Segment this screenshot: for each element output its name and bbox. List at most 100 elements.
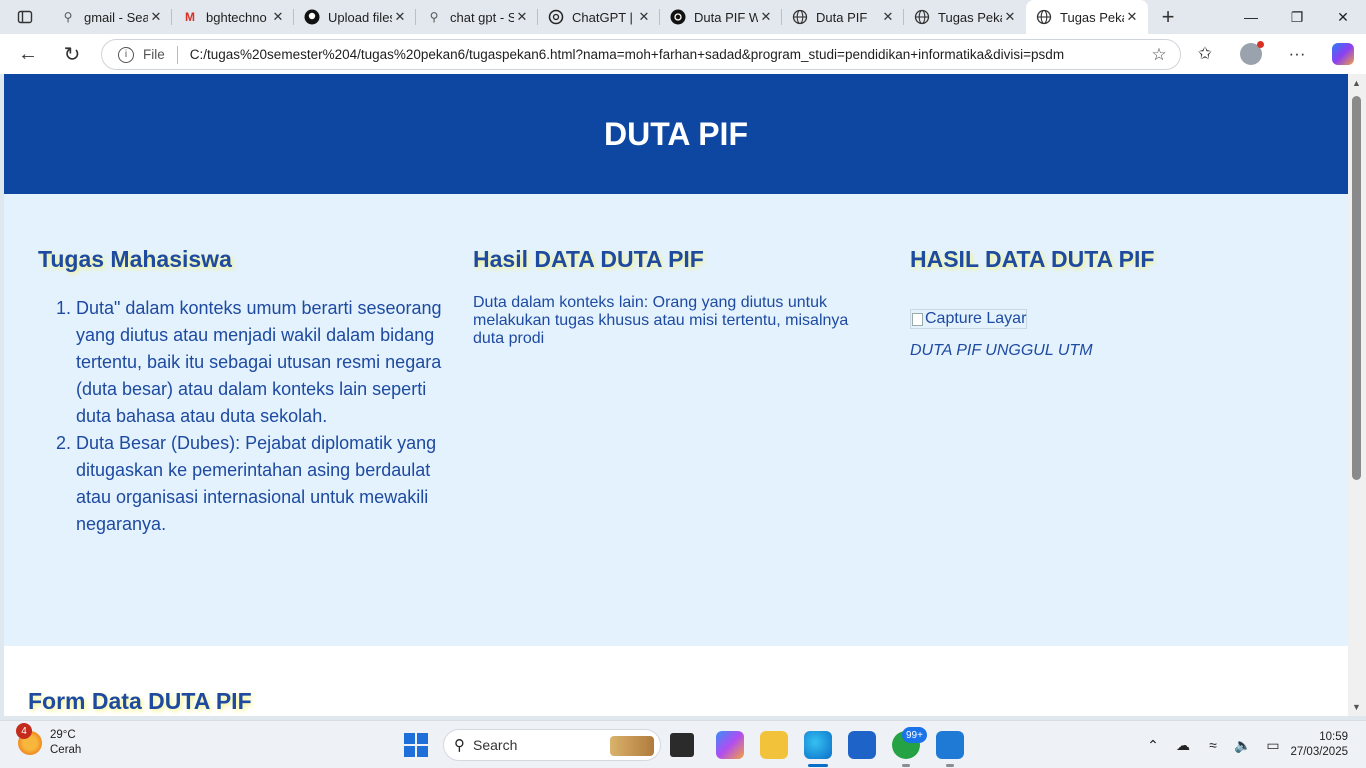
- address-bar[interactable]: i File C:/tugas%20semester%204/tugas%20p…: [101, 39, 1181, 70]
- favorites-button[interactable]: ✩: [1182, 34, 1228, 74]
- tab-label: Upload files: [328, 9, 392, 25]
- settings-more-button[interactable]: ···: [1274, 34, 1320, 74]
- system-tray: ⌃ ☁ ≈ 🔈 ▭: [1138, 733, 1288, 757]
- scroll-down-icon[interactable]: ▼: [1352, 702, 1361, 712]
- wifi-icon[interactable]: ≈: [1198, 733, 1228, 757]
- tab-label: gmail - Search: [84, 9, 148, 25]
- onedrive-icon[interactable]: ☁: [1168, 733, 1198, 757]
- weather-badge: 4: [16, 723, 32, 739]
- close-icon[interactable]: ✕: [514, 9, 530, 25]
- search-label: Search: [473, 737, 518, 753]
- list-item: Duta Besar (Dubes): Pejabat diplomatik y…: [76, 430, 448, 538]
- chatgpt-icon: [670, 9, 686, 25]
- tab-actions-icon: [17, 10, 33, 24]
- plus-icon: +: [1161, 4, 1175, 29]
- tab-actions-button[interactable]: [0, 0, 50, 34]
- close-icon: ✕: [1337, 8, 1349, 25]
- weather-widget[interactable]: 4 29°C Cerah: [16, 723, 81, 758]
- taskbar-clock[interactable]: 10:59 27/03/2025: [1290, 730, 1348, 760]
- toolbar-right: ✩ ···: [1182, 34, 1366, 74]
- tab-bghtechno[interactable]: M bghtechno ✕: [172, 0, 294, 34]
- close-icon[interactable]: ✕: [880, 9, 896, 25]
- tab-tugas-pekan[interactable]: Tugas Pekan ✕: [904, 0, 1026, 34]
- weather-sun-icon: 4: [16, 723, 42, 755]
- back-button[interactable]: ←: [6, 34, 50, 74]
- tab-label: chat gpt - Search: [450, 9, 514, 25]
- chatgpt-icon: [548, 9, 564, 25]
- close-window-button[interactable]: ✕: [1320, 0, 1366, 34]
- globe-icon: [792, 9, 808, 25]
- tab-label: ChatGPT | C: [572, 9, 636, 25]
- volume-icon[interactable]: 🔈: [1228, 733, 1258, 757]
- task-view-icon[interactable]: [670, 733, 694, 757]
- close-icon[interactable]: ✕: [758, 9, 774, 25]
- scrollbar-thumb[interactable]: [1352, 96, 1361, 480]
- taskbar-search[interactable]: ⚲ Search: [443, 729, 661, 761]
- close-icon[interactable]: ✕: [270, 9, 286, 25]
- close-icon[interactable]: ✕: [1002, 9, 1018, 25]
- active-app-indicator: [808, 764, 828, 767]
- info-icon[interactable]: i: [118, 46, 134, 63]
- start-button[interactable]: [404, 733, 428, 757]
- new-tab-button[interactable]: +: [1148, 0, 1188, 34]
- clock-time: 10:59: [1319, 731, 1348, 743]
- windows-logo-icon: [404, 733, 415, 744]
- profile-button[interactable]: [1228, 34, 1274, 74]
- close-icon[interactable]: ✕: [392, 9, 408, 25]
- copilot-button[interactable]: [1320, 34, 1366, 74]
- close-icon[interactable]: ✕: [148, 9, 164, 25]
- tab-duta-pif-w[interactable]: Duta PIF W ✕: [660, 0, 782, 34]
- minimize-button[interactable]: —: [1228, 0, 1274, 34]
- image-alt-text: Capture Layar: [925, 310, 1027, 327]
- window-controls: — ❐ ✕: [1228, 0, 1366, 34]
- close-icon[interactable]: ✕: [1124, 9, 1140, 25]
- tab-chatgpt[interactable]: ChatGPT | C ✕: [538, 0, 660, 34]
- tray-chevron-icon[interactable]: ⌃: [1138, 733, 1168, 757]
- battery-icon[interactable]: ▭: [1258, 733, 1288, 757]
- vscode-icon[interactable]: [936, 731, 964, 759]
- description-text: Duta dalam konteks lain: Orang yang diut…: [473, 294, 849, 347]
- address-divider: [176, 45, 178, 64]
- page-viewport: DUTA PIF Tugas Mahasiswa Duta" dalam kon…: [0, 74, 1366, 716]
- more-icon: ···: [1288, 44, 1306, 63]
- column-hasil-data: Hasil DATA DUTA PIF Duta dalam konteks l…: [473, 246, 863, 348]
- tab-tugas-pekan-active[interactable]: Tugas Pekan ✕: [1026, 0, 1148, 34]
- weather-temp: 29°C: [50, 729, 76, 741]
- github-icon: [304, 9, 320, 25]
- search-highlight-icon: [610, 736, 654, 756]
- tab-strip: ⚲ gmail - Search ✕ M bghtechno ✕ Upload …: [0, 0, 1366, 34]
- copilot-app-icon[interactable]: [716, 731, 744, 759]
- scroll-up-icon[interactable]: ▲: [1352, 78, 1361, 88]
- tab-label: Tugas Pekan: [1060, 9, 1124, 25]
- back-arrow-icon: ←: [18, 42, 38, 65]
- reload-icon: ↻: [63, 43, 81, 66]
- navigation-bar: ← ↻ i File C:/tugas%20semester%204/tugas…: [0, 34, 1366, 74]
- favorite-star-icon[interactable]: ☆: [1144, 45, 1174, 65]
- restore-button[interactable]: ❐: [1274, 0, 1320, 34]
- tab-chat-gpt-search[interactable]: ⚲ chat gpt - Search ✕: [416, 0, 538, 34]
- search-icon: ⚲: [429, 10, 439, 24]
- reload-button[interactable]: ↻: [50, 34, 94, 74]
- tab-upload-files[interactable]: Upload files ✕: [294, 0, 416, 34]
- column-tugas-mahasiswa: Tugas Mahasiswa Duta" dalam konteks umum…: [38, 246, 448, 538]
- form-section: Form Data DUTA PIF: [4, 646, 1348, 716]
- edge-browser-icon[interactable]: [804, 731, 832, 759]
- page-scrollbar[interactable]: ▲ ▼: [1348, 74, 1366, 716]
- weather-text: 29°C Cerah: [50, 728, 81, 758]
- close-icon[interactable]: ✕: [636, 9, 652, 25]
- microsoft-store-icon[interactable]: [848, 731, 876, 759]
- tab-duta-pif[interactable]: Duta PIF ✕: [782, 0, 904, 34]
- file-explorer-icon[interactable]: [760, 731, 788, 759]
- column-heading: Tugas Mahasiswa: [38, 246, 232, 272]
- column-hasil-data-upper: HASIL DATA DUTA PIF Capture Layar DUTA P…: [910, 246, 1310, 360]
- weather-condition: Cerah: [50, 744, 82, 756]
- page-title: DUTA PIF: [604, 115, 748, 152]
- tab-gmail-search[interactable]: ⚲ gmail - Search ✕: [50, 0, 172, 34]
- favorites-icon: ✩: [1197, 44, 1213, 63]
- broken-image: Capture Layar: [910, 309, 1028, 329]
- column-heading: HASIL DATA DUTA PIF: [910, 246, 1155, 272]
- column-heading: Hasil DATA DUTA PIF: [473, 246, 704, 272]
- windows-logo-icon: [404, 746, 415, 757]
- search-icon: ⚲: [454, 737, 465, 754]
- url-text[interactable]: C:/tugas%20semester%204/tugas%20pekan6/t…: [190, 47, 1144, 62]
